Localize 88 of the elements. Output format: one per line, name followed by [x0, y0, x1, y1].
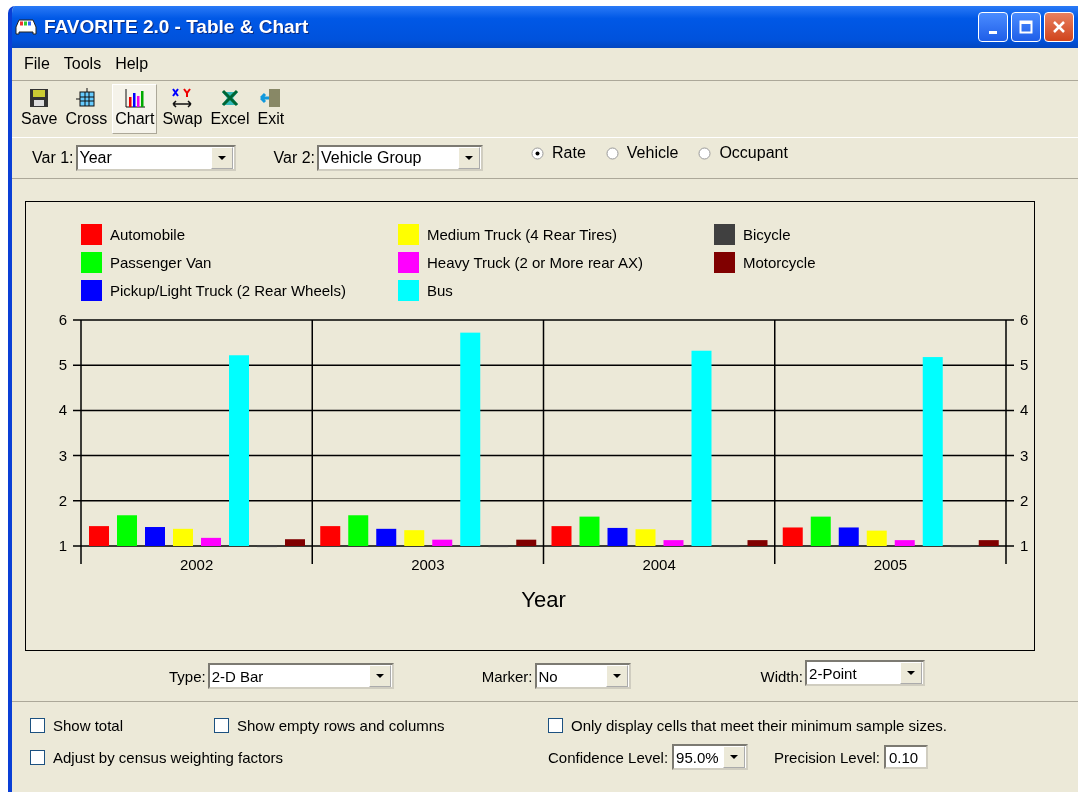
chart-option-dropdown[interactable]: No [534, 663, 631, 689]
checkbox-option[interactable]: Only display cells that meet their minimum sample sizes. [548, 716, 1078, 734]
legend-item: Heavy Truck (2 or More rear AX) [398, 252, 643, 273]
field-label: Width: [760, 667, 804, 685]
toolbar-button[interactable]: Exit [254, 84, 288, 134]
axis-category-label: 2002 [179, 556, 214, 573]
axis-category-label: 2003 [411, 556, 445, 573]
checkbox-icon[interactable] [30, 749, 45, 765]
checkbox-icon[interactable] [30, 717, 45, 733]
toolbar-button[interactable]: Chart [112, 84, 158, 134]
legend-label: Pickup/Light Truck (2 Rear Wheels) [110, 282, 346, 299]
legend-label: Bus [427, 282, 453, 299]
bar-chart-icon [123, 87, 146, 109]
toolbar-button[interactable]: Cross [62, 84, 111, 134]
maximize-icon [1019, 20, 1033, 34]
axis-tick-label: 2 [58, 491, 67, 509]
caret-icon [906, 670, 917, 676]
car-icon [14, 17, 38, 37]
toolbar-button[interactable]: Save [18, 84, 61, 134]
axis-tick-label: 3 [58, 446, 67, 464]
var-dropdown[interactable]: Vehicle Group [317, 145, 483, 171]
legend-item: Motorcycle [714, 252, 816, 273]
exit-door-icon [259, 87, 282, 109]
menu-item[interactable]: Tools [59, 55, 106, 73]
legend-label: Motorcycle [743, 254, 816, 271]
confidence-dropdown[interactable]: 95.0% [672, 744, 749, 770]
close-button[interactable] [1044, 12, 1074, 42]
legend-label: Passenger Van [110, 254, 212, 271]
radio-icon[interactable] [531, 146, 544, 160]
minimize-icon [989, 30, 997, 34]
field-label: Precision Level: [774, 748, 880, 766]
legend-label: Medium Truck (4 Rear Tires) [427, 226, 618, 243]
chart-option-dropdown[interactable]: 2-D Bar [207, 663, 394, 689]
menu-item[interactable]: Help [111, 55, 153, 73]
legend-item: Automobile [81, 224, 186, 245]
radio-icon[interactable] [698, 146, 712, 160]
axis-tick-label: 4 [1020, 401, 1029, 419]
field-label: Type: [169, 667, 206, 685]
caret-icon [374, 673, 385, 679]
close-icon [1052, 20, 1066, 34]
legend-item: Bicycle [714, 224, 791, 245]
axis-tick-label: 4 [58, 401, 67, 419]
minimize-button[interactable] [978, 12, 1008, 42]
legend-item: Medium Truck (4 Rear Tires) [398, 224, 618, 245]
radio-option[interactable]: Occupant [698, 144, 788, 162]
checkbox-icon[interactable] [548, 717, 563, 733]
caret-icon [729, 754, 740, 760]
toolbar-button[interactable]: Excel [207, 84, 253, 134]
axis-tick-label: 6 [58, 311, 67, 328]
checkbox-option[interactable]: Show total [30, 716, 214, 734]
checkbox-option[interactable]: Adjust by census weighting factors [30, 748, 548, 766]
axis-category-label: 2005 [873, 556, 908, 573]
maximize-button[interactable] [1011, 12, 1041, 42]
legend-label: Bicycle [743, 226, 791, 243]
checkbox-option[interactable]: Show empty rows and columns [214, 716, 548, 734]
window-title: FAVORITE 2.0 - Table & Chart [44, 16, 309, 38]
caret-icon [216, 155, 227, 161]
axis-tick-label: 5 [1020, 356, 1029, 374]
grid-icon [75, 87, 98, 109]
axis-tick-label: 2 [1020, 491, 1029, 509]
radio-option[interactable]: Vehicle [605, 144, 679, 162]
legend-item: Pickup/Light Truck (2 Rear Wheels) [81, 280, 346, 301]
field-label: Marker: [481, 667, 533, 685]
menu-item[interactable]: File [20, 55, 54, 73]
checkbox-icon[interactable] [214, 717, 229, 733]
var-dropdown[interactable]: Year [75, 145, 236, 171]
legend-label: Automobile [110, 226, 186, 243]
axis-tick-label: 5 [58, 356, 67, 374]
axis-tick-label: 6 [1020, 311, 1029, 328]
precision-field[interactable]: 0.10 [884, 745, 928, 769]
field-label: Var 2: [273, 149, 315, 167]
swap-icon [171, 87, 194, 109]
field-label: Confidence Level: [548, 748, 669, 766]
axis-tick-label: 1 [1020, 537, 1029, 554]
axis-tick-label: 3 [1020, 446, 1029, 464]
axis-title: Year [521, 587, 566, 612]
legend-label: Heavy Truck (2 or More rear AX) [427, 254, 643, 271]
legend-item: Bus [398, 280, 453, 301]
radio-option[interactable]: Rate [531, 144, 586, 162]
toolbar-button[interactable]: Swap [159, 84, 206, 134]
legend-item: Passenger Van [81, 252, 212, 273]
axis-category-label: 2004 [642, 556, 676, 573]
caret-icon [611, 673, 622, 679]
field-label: Var 1: [32, 149, 74, 167]
axis-tick-label: 1 [58, 537, 67, 554]
caret-icon [464, 155, 474, 161]
radio-icon[interactable] [605, 146, 619, 160]
chart-option-dropdown[interactable]: 2-Point [805, 660, 926, 686]
